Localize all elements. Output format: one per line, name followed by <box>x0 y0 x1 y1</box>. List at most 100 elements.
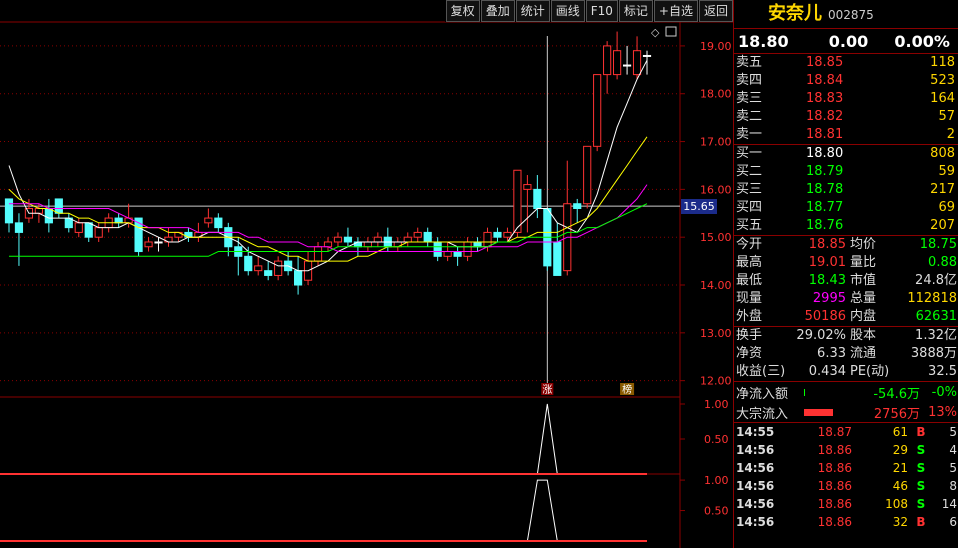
candle-body <box>114 217 123 224</box>
fund-flow-value: 2756万 <box>873 406 920 422</box>
orderbook-price: 18.76 <box>806 218 844 233</box>
y-tick-label: 17.00 <box>700 136 732 149</box>
orderbook-volume: 2 <box>946 127 955 142</box>
stat-row: 外盘 50186 内盘 62631 <box>734 308 958 326</box>
toolbar-button-0[interactable]: 复权 <box>445 0 480 22</box>
orderbook-volume: 808 <box>930 146 955 161</box>
candle-body <box>553 241 562 276</box>
candle-body <box>343 236 353 243</box>
trade-price: 18.86 <box>817 443 852 457</box>
fund-flow-pct: -0% <box>931 384 957 400</box>
stat-key: 最低 <box>736 273 763 288</box>
stat-value: 18.75 <box>919 237 957 252</box>
stat-key: 换手 <box>736 328 763 343</box>
toolbar-button-1[interactable]: 叠加 <box>480 0 515 22</box>
candle-body <box>453 251 462 257</box>
stat-value: 19.01 <box>808 255 846 270</box>
orderbook-row: 买四 18.77 69 <box>734 199 958 217</box>
candle-body <box>214 217 223 229</box>
crosshair-price-label: 15.65 <box>681 199 717 215</box>
candle-body <box>413 231 422 238</box>
candle-body <box>274 260 283 276</box>
trade-volume: 61 <box>892 425 908 439</box>
candle-body <box>433 241 442 257</box>
stat-value: 112818 <box>907 291 957 306</box>
toolbar-button-3[interactable]: 画线 <box>550 0 585 22</box>
orderbook-price: 18.83 <box>806 91 844 106</box>
orderbook-row: 买三 18.78 217 <box>734 181 958 199</box>
trade-price: 18.86 <box>817 461 852 475</box>
stat-value: 1.32亿 <box>915 328 957 343</box>
candle-body <box>144 241 153 248</box>
stat-key: 收益(三) <box>736 364 786 379</box>
y-tick-label: 12.00 <box>700 375 732 388</box>
fund-flow-row: 大宗流入 2756万 13% <box>734 402 958 422</box>
stat-key: 股本 <box>850 328 877 343</box>
orderbook-volume: 69 <box>938 200 955 215</box>
toolbar-button-7[interactable]: 返回 <box>698 0 733 22</box>
stat-row: 今开 18.85 均价 18.75 <box>734 236 958 254</box>
fund-flow-row: 净流入额 -54.6万 -0% <box>734 382 958 402</box>
candle-body <box>423 231 432 243</box>
candle-body <box>204 217 213 224</box>
toolbar-button-4[interactable]: F10 <box>585 0 618 22</box>
stats-block-2: 换手 29.02% 股本 1.32亿 净资 6.33 流通 3888万 收益(三) 0.434 PE… <box>734 327 958 381</box>
orderbook-level-label: 卖二 <box>736 109 763 124</box>
stat-key: 外盘 <box>736 309 763 324</box>
stat-value: 62631 <box>915 309 957 324</box>
orderbook-row: 买二 18.79 59 <box>734 163 958 181</box>
indicator2-line <box>9 479 647 542</box>
orderbook-level-label: 买三 <box>736 182 763 197</box>
candle-body <box>463 241 472 257</box>
fund-flow-pct: 13% <box>928 404 957 420</box>
y-tick-label: 13.00 <box>700 327 732 340</box>
trade-count: 5 <box>949 461 957 475</box>
trade-time: 14:56 <box>736 479 775 493</box>
trade-count: 8 <box>949 479 957 493</box>
candle-body <box>154 241 163 244</box>
trade-volume: 32 <box>892 515 908 529</box>
orderbook-volume: 523 <box>930 73 955 88</box>
toolbar-button-2[interactable]: 统计 <box>515 0 550 22</box>
stat-value: 24.8亿 <box>915 273 957 288</box>
candle-body <box>613 50 622 76</box>
candle-body <box>533 188 542 209</box>
diamond-icon: ◇ <box>651 26 660 39</box>
price-change: 0.00 <box>828 31 869 51</box>
candle-body <box>373 236 382 243</box>
indicator2-tick-label: 1.00 <box>704 474 729 487</box>
candle-body <box>294 270 303 286</box>
trade-count: 14 <box>941 497 957 511</box>
trade-volume: 108 <box>885 497 908 511</box>
stat-value: 29.02% <box>796 328 846 343</box>
trade-side: B <box>916 425 926 439</box>
kline-chart-area[interactable]: 19.00 18.00 17.00 16.00 15.00 14.00 13.00 12.00… <box>0 0 733 548</box>
orderbook-volume: 164 <box>930 91 955 106</box>
fund-flow-bar <box>804 388 852 396</box>
orderbook-level-label: 卖四 <box>736 73 763 88</box>
trade-count: 4 <box>949 443 957 457</box>
fund-flow: 净流入额 -54.6万 -0% 大宗流入 2756万 13% <box>734 382 958 422</box>
stat-row: 收益(三) 0.434 PE(动) 32.5 <box>734 363 958 381</box>
kline-svg[interactable]: 19.00 18.00 17.00 16.00 15.00 14.00 13.00 12.00… <box>0 0 733 548</box>
toolbar-button-6[interactable]: +自选 <box>653 0 698 22</box>
candle-body <box>642 54 652 57</box>
trade-count: 6 <box>949 515 957 529</box>
orderbook-row: 卖四 18.84 523 <box>734 72 958 90</box>
price-change-pct: 0.00% <box>894 31 950 51</box>
orderbook-row: 买一 18.80 808 <box>734 145 958 163</box>
trade-time: 14:55 <box>736 425 775 439</box>
candle-body <box>313 246 323 262</box>
stat-value: 3888万 <box>910 346 957 361</box>
orderbook-row: 卖二 18.82 57 <box>734 108 958 126</box>
candle-body <box>264 270 273 276</box>
trade-side: B <box>916 515 926 529</box>
trade-volume: 46 <box>892 479 908 493</box>
candle-body <box>254 265 263 272</box>
toolbar-button-5[interactable]: 标记 <box>618 0 653 22</box>
stat-key: 市值 <box>850 273 877 288</box>
orderbook-price: 18.79 <box>806 164 844 179</box>
candle-body <box>503 231 512 238</box>
fund-flow-value: -54.6万 <box>873 386 920 402</box>
stat-key: 总量 <box>850 291 877 306</box>
